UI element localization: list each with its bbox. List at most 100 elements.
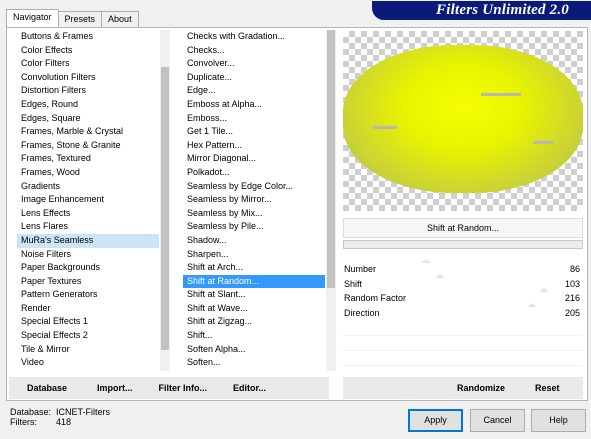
category-item[interactable]: Paper Backgrounds — [17, 261, 159, 275]
category-item[interactable]: Convolution Filters — [17, 71, 159, 85]
category-scrollbar[interactable] — [160, 30, 170, 371]
database-button[interactable]: Database — [27, 383, 67, 393]
filter-item[interactable]: Duplicate... — [183, 71, 325, 85]
category-item[interactable]: Noise Filters — [17, 248, 159, 262]
category-item[interactable]: Buttons & Frames — [17, 30, 159, 44]
category-item[interactable]: Lens Effects — [17, 207, 159, 221]
param-row[interactable]: Direction 205 — [343, 302, 583, 321]
param-label: Number — [344, 264, 377, 274]
randomize-button[interactable]: Randomize — [457, 383, 505, 393]
param-value: 216 — [564, 293, 580, 303]
filter-list[interactable]: Checks with Gradation... Checks... Convolv… — [183, 30, 325, 374]
filter-info-button[interactable]: Filter Info... — [159, 383, 208, 393]
filter-item[interactable]: Shadow... — [183, 234, 325, 248]
tab-strip: Navigator Presets About — [6, 9, 139, 27]
scroll-thumb[interactable] — [161, 67, 169, 350]
empty-parameter-rows — [343, 321, 583, 366]
filter-name-display: Shift at Random... — [343, 218, 583, 238]
slider-marker[interactable] — [527, 302, 537, 307]
reset-button[interactable]: Reset — [535, 383, 560, 393]
param-value: 86 — [569, 264, 580, 274]
category-item[interactable]: Video — [17, 356, 159, 370]
category-item[interactable]: Frames, Textured — [17, 152, 159, 166]
filter-item[interactable]: Convolver... — [183, 57, 325, 71]
database-value: ICNET-Filters — [56, 407, 110, 417]
category-item[interactable]: Lens Flares — [17, 220, 159, 234]
filter-item[interactable]: Seamless by Mix... — [183, 207, 325, 221]
preview-streak — [373, 126, 397, 129]
apply-button[interactable]: Apply — [408, 409, 463, 432]
import-button[interactable]: Import... — [97, 383, 133, 393]
filter-item[interactable]: Shift... — [183, 329, 325, 343]
category-item[interactable]: MuRa's Seamless — [17, 233, 159, 248]
param-value: 205 — [564, 307, 580, 318]
param-label: Shift — [344, 278, 363, 289]
cancel-button[interactable]: Cancel — [470, 409, 525, 432]
filter-item[interactable]: Seamless by Pile... — [183, 220, 325, 234]
slider-marker[interactable] — [538, 288, 549, 292]
category-item[interactable]: Distortion Filters — [17, 84, 159, 98]
filter-item[interactable]: Edge... — [183, 84, 325, 98]
filter-item[interactable]: Shift at Zigzag... — [183, 315, 325, 329]
app-title-banner: Filters Unlimited 2.0 — [372, 1, 591, 20]
preview-image — [343, 31, 583, 211]
category-item[interactable]: Edges, Round — [17, 98, 159, 112]
filter-item[interactable]: Polkadot... — [183, 166, 325, 180]
param-value: 103 — [564, 278, 580, 289]
filter-item[interactable]: Emboss at Alpha... — [183, 98, 325, 112]
help-button[interactable]: Help — [531, 409, 586, 432]
filter-item[interactable]: Soften Alpha... — [183, 343, 325, 357]
category-item[interactable]: Special Effects 1 — [17, 315, 159, 329]
filters-count-value: 418 — [56, 417, 72, 427]
param-row-empty — [343, 321, 583, 336]
category-item[interactable]: Color Filters — [17, 57, 159, 71]
category-item[interactable]: Gradients — [17, 180, 159, 194]
param-row[interactable]: Random Factor 216 — [343, 288, 583, 306]
filter-item[interactable]: Shift at Arch... — [183, 261, 325, 275]
bottom-toolbar-right: Randomize Reset — [343, 377, 583, 399]
category-list[interactable]: Buttons & Frames Color Effects Color Filte… — [17, 30, 159, 374]
preview-streak — [533, 141, 553, 144]
preview-progress-bar — [343, 240, 583, 249]
category-item[interactable]: Special Effects 2 — [17, 329, 159, 343]
tab-presets[interactable]: Presets — [57, 11, 103, 27]
category-item[interactable]: Tile & Mirror — [17, 343, 159, 357]
param-label: Direction — [344, 307, 380, 318]
category-item[interactable]: Image Enhancement — [17, 193, 159, 207]
preview-streak — [481, 93, 521, 96]
filter-item[interactable]: Shift at Wave... — [183, 302, 325, 316]
filter-item[interactable]: Shift at Slant... — [183, 288, 325, 302]
filter-item[interactable]: Hex Pattern... — [183, 139, 325, 153]
preview-blob — [343, 45, 583, 193]
filter-item[interactable]: Checks... — [183, 44, 325, 58]
scroll-thumb[interactable] — [327, 30, 335, 288]
editor-button[interactable]: Editor... — [233, 383, 266, 393]
tab-navigator[interactable]: Navigator — [6, 9, 59, 27]
filter-item[interactable]: Checks with Gradation... — [183, 30, 325, 44]
category-item[interactable]: Render — [17, 302, 159, 316]
filter-item[interactable]: Sharpen... — [183, 248, 325, 262]
category-item[interactable]: Frames, Wood — [17, 166, 159, 180]
category-item[interactable]: Color Effects — [17, 44, 159, 58]
category-item[interactable]: Frames, Stone & Granite — [17, 139, 159, 153]
filter-item[interactable]: Get 1 Tile... — [183, 125, 325, 139]
bottom-toolbar-left: Database Import... Filter Info... Editor… — [9, 377, 329, 399]
filter-item[interactable]: Seamless by Mirror... — [183, 193, 325, 207]
slider-marker[interactable] — [421, 259, 432, 263]
filters-count-label: Filters: — [10, 417, 37, 427]
filter-item[interactable]: Shift at Random... — [183, 274, 325, 289]
filter-item[interactable]: Emboss... — [183, 112, 325, 126]
filter-item[interactable]: Soften... — [183, 356, 325, 370]
filter-item[interactable]: Mirror Diagonal... — [183, 152, 325, 166]
category-item[interactable]: Frames, Marble & Crystal — [17, 125, 159, 139]
filter-scrollbar[interactable] — [326, 30, 336, 371]
category-item[interactable]: Pattern Generators — [17, 288, 159, 302]
tab-about[interactable]: About — [101, 11, 139, 27]
category-item[interactable]: Edges, Square — [17, 112, 159, 126]
status-info: Database: ICNET-Filters Filters: 418 — [10, 407, 110, 427]
param-row-empty — [343, 351, 583, 366]
filter-item[interactable]: Seamless by Edge Color... — [183, 180, 325, 194]
category-item[interactable]: Paper Textures — [17, 275, 159, 289]
param-row[interactable]: Number 86 — [343, 259, 583, 277]
slider-marker[interactable] — [435, 273, 445, 278]
